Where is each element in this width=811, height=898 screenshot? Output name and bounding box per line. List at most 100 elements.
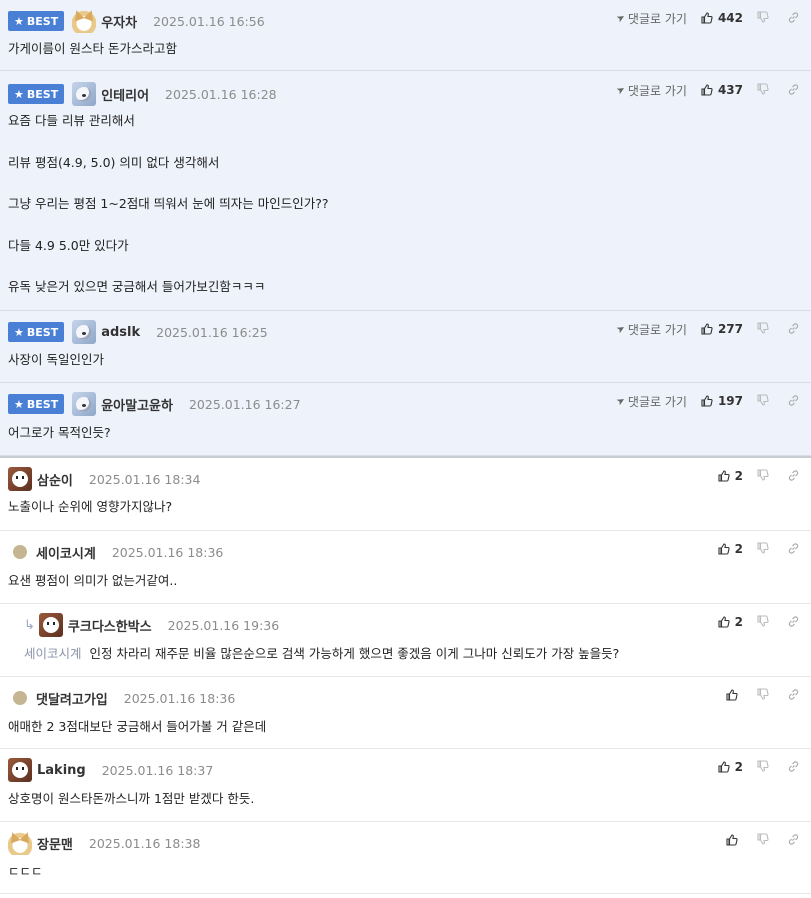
goto-comment-link[interactable]: ➤ 댓글로 가기 — [614, 10, 687, 27]
nickname[interactable]: 세이코시계 — [36, 543, 96, 562]
downvote-button[interactable] — [757, 760, 771, 774]
downvote-button[interactable] — [757, 833, 771, 847]
thumbs-down-icon — [757, 760, 769, 772]
star-icon: ★ — [14, 397, 24, 411]
comment-item: 장문맨 2025.01.16 18:38 ㄷㄷㄷ — [0, 822, 811, 894]
nickname[interactable]: 장문맨 — [37, 834, 73, 853]
share-link-button[interactable] — [787, 615, 801, 629]
comment-header: 장문맨 2025.01.16 18:38 — [8, 830, 200, 856]
comment-body: 상호명이 원스타돈까스니까 1점만 받겠다 한듯. — [8, 791, 255, 806]
share-link-button[interactable] — [787, 322, 801, 336]
upvote-button[interactable]: 2 — [718, 469, 743, 483]
share-link-button[interactable] — [787, 542, 801, 556]
dog-avatar[interactable] — [72, 320, 97, 344]
nickname[interactable]: adslk — [101, 325, 140, 340]
comment-header: 세이코시계 2025.01.16 18:36 — [8, 539, 223, 565]
fox-avatar[interactable] — [72, 9, 97, 33]
puppy-avatar[interactable] — [38, 613, 63, 637]
upvote-count: 197 — [717, 394, 743, 408]
nickname[interactable]: 우자차 — [101, 12, 137, 31]
comment-body: 애매한 2 3점대보단 궁금해서 들어가볼 거 같은데 — [8, 719, 267, 734]
puppy-avatar[interactable] — [8, 758, 32, 782]
share-link-button[interactable] — [787, 833, 801, 847]
comment-body: 노출이나 순위에 영향가지않나? — [8, 499, 173, 514]
comment-header: ↳ 쿠크다스한박스 2025.01.16 19:36 — [24, 612, 279, 638]
thumbs-up-icon — [726, 834, 738, 846]
thumbs-down-icon — [757, 322, 769, 334]
comment-actions: 2 — [718, 466, 801, 486]
downvote-button[interactable] — [757, 83, 771, 97]
upvote-button[interactable]: 197 — [701, 394, 743, 408]
send-icon: ➤ — [614, 11, 628, 25]
nickname[interactable]: Laking — [37, 763, 86, 778]
best-badge: ★ BEST — [8, 84, 65, 104]
downvote-button[interactable] — [757, 469, 771, 483]
goto-comment-link[interactable]: ➤ 댓글로 가기 — [614, 393, 687, 410]
comment-date: 2025.01.16 16:56 — [153, 13, 265, 29]
star-icon: ★ — [14, 87, 24, 101]
comment-actions: 2 — [718, 757, 801, 777]
upvote-count: 2 — [734, 760, 743, 774]
comment-actions: 2 — [718, 539, 801, 559]
nickname[interactable]: 삼순이 — [37, 470, 73, 489]
upvote-button[interactable] — [726, 689, 743, 701]
upvote-count: 442 — [717, 11, 743, 25]
link-icon — [788, 470, 799, 481]
share-link-button[interactable] — [787, 83, 801, 97]
comment-body: 어그로가 목적인듯? — [8, 425, 111, 440]
share-link-button[interactable] — [787, 394, 801, 408]
thumbs-up-icon — [718, 470, 730, 482]
upvote-count: 277 — [717, 322, 743, 336]
nickname[interactable]: 댓달려고가입 — [36, 689, 108, 708]
comment-header: ★ BEST 우자차 2025.01.16 16:56 — [8, 8, 265, 34]
upvote-count: 2 — [734, 469, 743, 483]
reply-comment: ↳ 쿠크다스한박스 2025.01.16 19:36 2 세이코시계 인정 차라리… — [0, 604, 811, 677]
comment-body: 요즘 다들 리뷰 관리해서 리뷰 평점(4.9, 5.0) 의미 없다 생각해서… — [8, 113, 329, 295]
downvote-button[interactable] — [757, 688, 771, 702]
dot-avatar[interactable] — [13, 545, 27, 559]
upvote-button[interactable]: 2 — [718, 542, 743, 556]
upvote-button[interactable]: 2 — [718, 615, 743, 629]
downvote-button[interactable] — [757, 322, 771, 336]
nickname[interactable]: 인테리어 — [101, 85, 149, 104]
reply-to-nick[interactable]: 세이코시계 — [24, 646, 82, 661]
comment-actions: 2 — [718, 612, 801, 632]
upvote-button[interactable]: 2 — [718, 760, 743, 774]
goto-comment-link[interactable]: ➤ 댓글로 가기 — [614, 321, 687, 338]
goto-comment-link[interactable]: ➤ 댓글로 가기 — [614, 82, 687, 99]
downvote-button[interactable] — [757, 11, 771, 25]
dot-avatar[interactable] — [13, 691, 27, 705]
dog-avatar[interactable] — [72, 82, 97, 106]
thumbs-down-icon — [757, 688, 769, 700]
nickname[interactable]: 윤아말고윤하 — [101, 395, 173, 414]
upvote-button[interactable]: 437 — [701, 83, 743, 97]
share-link-button[interactable] — [787, 11, 801, 25]
downvote-button[interactable] — [757, 394, 771, 408]
star-icon: ★ — [14, 14, 24, 28]
best-comment: ★ BEST 인테리어 2025.01.16 16:28 ➤ 댓글로 가기 437 … — [0, 71, 811, 311]
thumbs-down-icon — [757, 833, 769, 845]
dog-avatar[interactable] — [72, 392, 97, 416]
share-link-button[interactable] — [787, 469, 801, 483]
upvote-count: 2 — [734, 542, 743, 556]
upvote-button[interactable] — [726, 834, 743, 846]
upvote-button[interactable]: 442 — [701, 11, 743, 25]
send-icon: ➤ — [614, 394, 628, 408]
link-icon — [788, 84, 799, 95]
upvote-button[interactable]: 277 — [701, 322, 743, 336]
upvote-count: 437 — [717, 83, 743, 97]
link-icon — [788, 323, 799, 334]
share-link-button[interactable] — [787, 688, 801, 702]
comment-actions — [726, 830, 801, 850]
downvote-button[interactable] — [757, 615, 771, 629]
downvote-button[interactable] — [757, 542, 771, 556]
share-link-button[interactable] — [787, 760, 801, 774]
puppy-avatar[interactable] — [8, 467, 32, 491]
nickname[interactable]: 쿠크다스한박스 — [68, 616, 152, 635]
send-icon: ➤ — [614, 322, 628, 336]
comment-item: 댓달려고가입 2025.01.16 18:36 애매한 2 3점대보단 궁금해서… — [0, 677, 811, 749]
link-icon — [788, 689, 799, 700]
star-icon: ★ — [14, 325, 24, 339]
upvote-count: 2 — [734, 615, 743, 629]
fox-avatar[interactable] — [8, 831, 32, 855]
